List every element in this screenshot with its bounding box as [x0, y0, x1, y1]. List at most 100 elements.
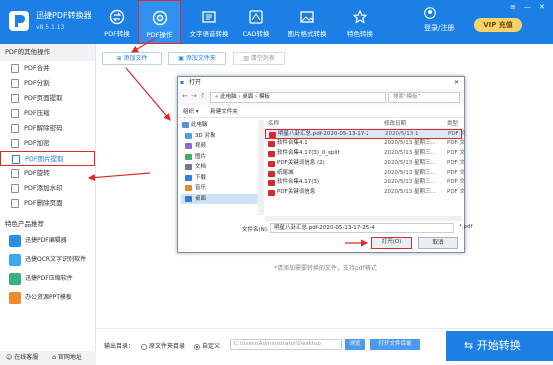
sidebar-item[interactable]: PDF加密 [0, 136, 95, 151]
app-header: 迅捷PDF转换器 v8.5.1.13 PDF转换 PDF操作 文字语音转换 CA… [0, 0, 553, 44]
tab-image-format[interactable]: 图片格式转换 [281, 0, 333, 44]
file-list-header: 名称 修改日期 类型 [265, 120, 462, 129]
sidebar-item[interactable]: PDF旋转 [0, 166, 95, 181]
product-item[interactable]: 迅捷PDF编辑器 [0, 231, 95, 250]
clear-list-button[interactable]: ▥ 清空列表 [233, 52, 285, 65]
column-date[interactable]: 修改日期 [384, 120, 406, 129]
tree-item[interactable]: 桌面 [181, 193, 259, 204]
dialog-close-icon[interactable]: ✕ [454, 77, 459, 88]
sidebar-item[interactable]: PDF合并 [0, 61, 95, 76]
website-link[interactable]: 官网地址 [58, 354, 82, 361]
tree-item[interactable]: 视频 [181, 141, 259, 152]
file-list-scrollbar[interactable] [265, 216, 462, 221]
tab-pdf-convert[interactable]: PDF转换 [96, 0, 138, 44]
file-date: 2020/5/13 星期三... [384, 189, 436, 196]
menu-icon[interactable]: ≡ [510, 3, 516, 11]
tree-item[interactable]: 音乐 [181, 183, 259, 194]
tree-scrollbar[interactable] [258, 120, 264, 215]
dialog-toolbar: 组织 ▾ 新建文件夹 [178, 107, 464, 118]
pdf-file-icon [11, 94, 19, 103]
pdf-file-icon [268, 190, 275, 197]
file-list: 名称 修改日期 类型 明星八卦汇总.pdf-2020-05-13-17-25-4… [265, 120, 466, 215]
sidebar-item[interactable]: PDF压缩 [0, 106, 95, 121]
sidebar-item-label: PDF添加水印 [24, 184, 63, 192]
app-version: v8.5.1.13 [36, 24, 65, 31]
login-link[interactable]: 登录/注册 [424, 23, 454, 33]
sidebar-item[interactable]: PDF添加水印 [0, 181, 95, 196]
open-button[interactable]: 打开(O) [371, 237, 412, 249]
file-name: PDF关键词信息 (2) [277, 159, 325, 166]
product-label: 办公资源PPT模板 [25, 294, 72, 301]
pdf-file-icon [268, 180, 275, 187]
tree-item-label: 3D 对象 [195, 132, 216, 139]
pdf-file-icon [269, 132, 276, 138]
tab-text-speech[interactable]: 文字语音转换 [184, 0, 234, 44]
file-row[interactable]: PDF关键词信息 (2) 2020/5/13 星期三... PDF 文 [265, 159, 465, 169]
browse-button[interactable]: 浏览 [345, 339, 365, 350]
file-row[interactable]: 明星八卦汇总.pdf-2020-05-13-17-25-4...2020/5/1… [265, 129, 466, 139]
sidebar-heading: PDF的其他操作 [0, 44, 95, 61]
add-file-label: 添加文件 [123, 55, 148, 62]
pdf-file-icon [268, 170, 275, 177]
file-row[interactable]: PDF关键词信息 2020/5/13 星期三... PDF 文 [265, 188, 465, 198]
column-type[interactable]: 类型 [447, 120, 458, 129]
tab-cad[interactable]: CAD转换 [236, 0, 276, 44]
up-icon[interactable]: ↑ [200, 92, 206, 100]
custom-radio[interactable]: 自定义 [194, 341, 220, 350]
add-file-button[interactable]: ⊕ 添加文件 [102, 52, 162, 65]
start-convert-button[interactable]: ⇆ 开始转换 [446, 331, 553, 361]
dialog-title-text: 打开 [189, 79, 202, 86]
tree-item-label: 音乐 [195, 185, 207, 191]
forward-icon[interactable]: → [191, 92, 197, 100]
sidebar-item[interactable]: PDF图片提取 [0, 151, 95, 166]
open-folder-button[interactable]: 打开文件目录 [370, 339, 420, 350]
tree-item[interactable]: 文档 [181, 162, 259, 173]
product-item[interactable]: 迅捷PDF压缩软件 [0, 269, 95, 288]
dialog-icon: ▪ [180, 79, 185, 86]
dialog-title: ▪ 打开 ✕ [178, 77, 464, 88]
sidebar-item[interactable]: PDF页面提取 [0, 91, 95, 106]
trash-icon: ▥ [243, 55, 251, 62]
output-path-input[interactable]: C:\Users\Administrator\Desktop [230, 339, 342, 350]
file-row[interactable]: 纸尾城 2020/5/13 星期三... PDF 文 [265, 169, 465, 179]
breadcrumb[interactable]: « 此电脑 › 桌面 › 模板 [210, 92, 386, 103]
close-icon[interactable]: ✕ [539, 3, 545, 11]
folder-icon [185, 185, 192, 191]
orig-folder-radio[interactable]: 原文件夹目录 [141, 341, 185, 350]
column-name[interactable]: 名称 [268, 120, 279, 129]
folder-icon [185, 174, 192, 181]
minimize-icon[interactable]: — [524, 3, 531, 11]
folder-icon [185, 195, 192, 202]
filetype-select[interactable]: *.pdf [459, 223, 472, 231]
product-item[interactable]: 迅捷OCR文字识别软件 [0, 250, 95, 269]
tree-item[interactable]: 图片 [181, 152, 259, 163]
file-row[interactable]: 软件合集4.17(3)_0_split 2020/5/13 星期三... PDF 文 [265, 149, 465, 159]
new-folder-button[interactable]: 新建文件夹 [210, 109, 238, 115]
tab-pdf-operate[interactable]: PDF操作 [138, 0, 181, 44]
sidebar-item[interactable]: PDF解除密码 [0, 121, 95, 136]
product-item[interactable]: 办公资源PPT模板 [0, 288, 95, 307]
add-folder-button[interactable]: ▣ 添加文件夹 [168, 52, 226, 65]
tab-special[interactable]: 特色转换 [338, 0, 382, 44]
tab-label: PDF操作 [146, 31, 173, 39]
vip-button[interactable]: VIP 充值 [474, 18, 522, 32]
output-dir-label: 输出目录： [104, 343, 135, 350]
tree-item[interactable]: 此电脑 [181, 120, 259, 131]
online-support-link[interactable]: 在线客服 [14, 354, 38, 361]
sidebar-item[interactable]: PDF删除页面 [0, 196, 95, 211]
cancel-button[interactable]: 取消 [418, 237, 458, 249]
tab-label: 特色转换 [347, 30, 373, 38]
filename-input[interactable]: 明星八卦汇总.pdf-2020-05-13-17-25-4 [270, 223, 454, 233]
sidebar-item-label: PDF页面提取 [24, 94, 63, 102]
file-row[interactable]: 软件合集4.1 2020/5/13 星期三... PDF 文 [265, 139, 465, 149]
sidebar-item[interactable]: PDF分割 [0, 76, 95, 91]
organize-menu[interactable]: 组织 ▾ [183, 109, 199, 115]
tree-item[interactable]: 3D 对象 [181, 131, 259, 142]
tree-item-label: 下载 [195, 174, 207, 181]
text-speech-icon [202, 11, 216, 23]
file-row[interactable]: 软件合集4.17(3) 2020/5/13 星期三... PDF 文 [265, 178, 465, 188]
pdf-file-icon [11, 64, 19, 73]
dialog-search-input[interactable]: 搜索"模板" [388, 92, 460, 103]
back-icon[interactable]: ← [182, 92, 188, 100]
tree-item[interactable]: 下载 [181, 173, 259, 184]
